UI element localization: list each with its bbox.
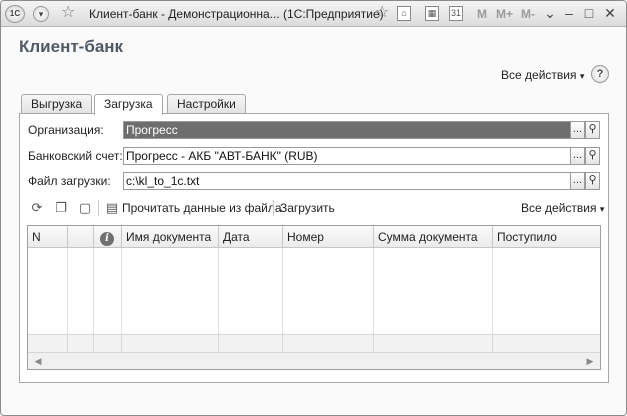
- horizontal-scrollbar[interactable]: ◀ ▶: [28, 352, 600, 369]
- organization-field[interactable]: Прогресс: [123, 121, 571, 139]
- column-header-info[interactable]: i: [94, 226, 122, 248]
- toolbar-separator: [273, 200, 274, 216]
- bank-account-open-magnifier-icon[interactable]: ⚲: [585, 147, 600, 165]
- calculator-icon[interactable]: ▦: [425, 6, 439, 21]
- 1c-logo-icon[interactable]: 1С: [5, 5, 25, 23]
- history-icon[interactable]: ⌂: [397, 6, 411, 21]
- all-actions-label: Все действия: [501, 68, 577, 82]
- table-all-actions-label: Все действия: [521, 201, 597, 215]
- title-bar: 1С ▾ ☆ Клиент-банк - Демонстрационна... …: [1, 1, 626, 27]
- document-icon: ▤: [105, 200, 119, 215]
- column-header-n[interactable]: N: [28, 226, 68, 248]
- toolbar-separator: [98, 200, 99, 216]
- load-file-open-magnifier-icon[interactable]: ⚲: [585, 172, 600, 190]
- read-file-button[interactable]: Прочитать данные из файла: [122, 201, 282, 215]
- table-column: [94, 248, 122, 334]
- bank-account-field[interactable]: Прогресс - АКБ "АВТ-БАНК" (RUB): [123, 147, 571, 165]
- footer-cell: [28, 334, 68, 352]
- memory-minus-button[interactable]: M-: [521, 7, 535, 21]
- duplicate-icon[interactable]: ▢: [77, 200, 93, 216]
- scroll-left-arrow-icon[interactable]: ◀: [30, 354, 46, 368]
- tab-export[interactable]: Выгрузка: [21, 94, 93, 114]
- copy-rows-icon[interactable]: ❐: [53, 200, 69, 216]
- load-button[interactable]: Загрузить: [280, 201, 335, 215]
- tab-settings[interactable]: Настройки: [167, 94, 246, 114]
- close-icon[interactable]: ✕: [602, 5, 618, 21]
- footer-cell: [122, 334, 219, 352]
- scroll-right-arrow-icon[interactable]: ▶: [582, 354, 598, 368]
- dropdown-arrow-icon: ▾: [579, 71, 585, 81]
- load-file-field[interactable]: c:\kl_to_1c.txt: [123, 172, 571, 190]
- footer-cell: [283, 334, 374, 352]
- load-file-choose-button[interactable]: ...: [570, 172, 585, 190]
- column-header-flag[interactable]: [68, 226, 94, 248]
- table-column: [68, 248, 94, 334]
- all-actions-menu[interactable]: Все действия ▾: [501, 68, 584, 82]
- maximize-icon[interactable]: □: [581, 5, 597, 21]
- dropdown-arrow-icon: ▾: [599, 204, 605, 214]
- memory-plus-button[interactable]: M+: [496, 7, 513, 21]
- organization-label: Организация:: [28, 123, 104, 137]
- column-header-document-sum[interactable]: Сумма документа: [374, 226, 493, 248]
- footer-cell: [68, 334, 94, 352]
- column-header-number[interactable]: Номер: [283, 226, 374, 248]
- app-window: 1С ▾ ☆ Клиент-банк - Демонстрационна... …: [0, 0, 627, 416]
- info-icon: i: [100, 232, 114, 246]
- bank-account-choose-button[interactable]: ...: [570, 147, 585, 165]
- load-file-label: Файл загрузки:: [28, 174, 111, 188]
- tab-import[interactable]: Загрузка: [94, 94, 163, 115]
- memory-m-button[interactable]: M: [477, 7, 487, 21]
- refresh-icon[interactable]: ⟳: [29, 200, 45, 216]
- table-column: [28, 248, 68, 334]
- table-column: [219, 248, 283, 334]
- window-title: Клиент-банк - Демонстрационна... (1С:Пре…: [89, 7, 384, 21]
- add-favorite-star-icon[interactable]: ☆: [375, 4, 389, 22]
- form-title: Клиент-банк: [19, 37, 124, 56]
- window-menu-icon[interactable]: ⌄: [542, 5, 558, 21]
- organization-open-magnifier-icon[interactable]: ⚲: [585, 121, 600, 139]
- menu-dropdown-icon[interactable]: ▾: [33, 6, 49, 22]
- table-column: [374, 248, 493, 334]
- favorites-star-icon[interactable]: ☆: [61, 4, 75, 22]
- table-column: [122, 248, 219, 334]
- column-header-date[interactable]: Дата: [219, 226, 283, 248]
- column-header-received[interactable]: Поступило: [493, 226, 600, 248]
- minimize-icon[interactable]: –: [561, 5, 577, 21]
- footer-cell: [219, 334, 283, 352]
- table-column: [283, 248, 374, 334]
- column-header-document-name[interactable]: Имя документа: [122, 226, 219, 248]
- help-button[interactable]: ?: [591, 65, 609, 83]
- table-all-actions-menu[interactable]: Все действия ▾: [521, 201, 604, 215]
- documents-table[interactable]: N i Имя документа Дата Номер Сумма докум…: [27, 225, 601, 370]
- bank-account-label: Банковский счет:: [28, 149, 123, 163]
- footer-cell: [94, 334, 122, 352]
- footer-cell: [374, 334, 493, 352]
- calendar-icon[interactable]: 31: [449, 6, 463, 21]
- organization-choose-button[interactable]: ...: [570, 121, 585, 139]
